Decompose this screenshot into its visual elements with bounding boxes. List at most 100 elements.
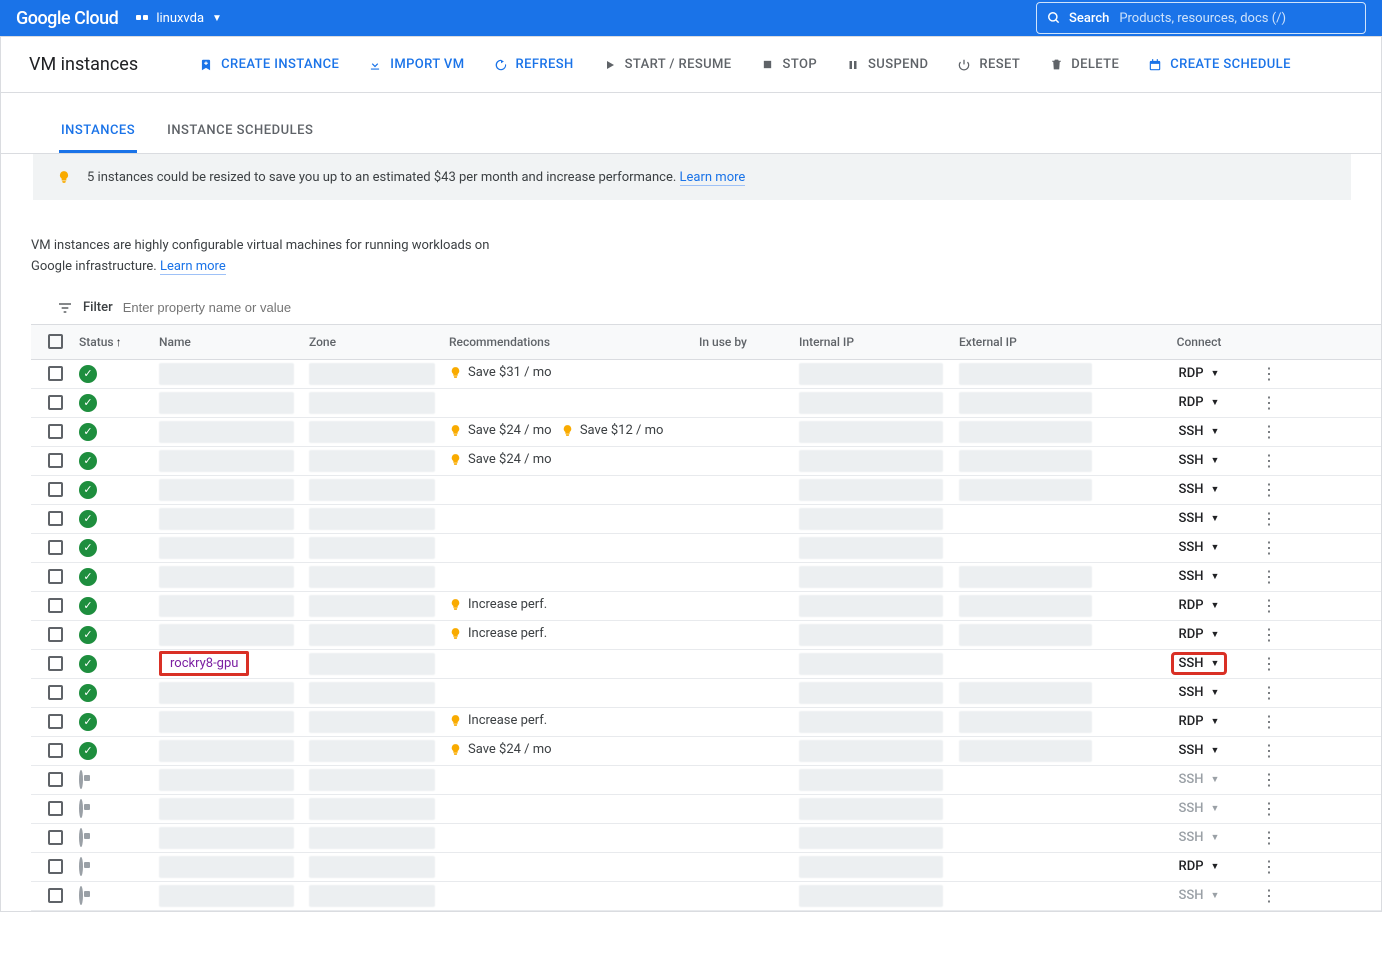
more-actions-button[interactable]: ⋮ (1261, 538, 1277, 557)
row-checkbox[interactable] (48, 743, 63, 758)
col-zone[interactable]: Zone (309, 335, 449, 349)
search-box[interactable]: Search Products, resources, docs (/) (1036, 2, 1366, 34)
row-checkbox[interactable] (48, 511, 63, 526)
connect-button[interactable]: RDP▼ (1173, 712, 1226, 731)
select-all-checkbox[interactable] (48, 334, 63, 349)
more-actions-button[interactable]: ⋮ (1261, 712, 1277, 731)
row-checkbox[interactable] (48, 685, 63, 700)
instance-name-link[interactable]: rockry8-gpu (170, 656, 238, 671)
chevron-down-icon: ▼ (1211, 513, 1220, 524)
connect-button[interactable]: SSH▼ (1173, 886, 1226, 905)
filter-input[interactable] (123, 300, 383, 315)
import-vm-button[interactable]: IMPORT VM (353, 47, 478, 83)
recommendation-chip[interactable]: Save $24 / mo (449, 452, 552, 467)
col-name[interactable]: Name (159, 335, 309, 349)
stop-button[interactable]: STOP (746, 47, 831, 83)
connect-button[interactable]: SSH▼ (1173, 828, 1226, 847)
connect-button[interactable]: SSH▼ (1173, 538, 1226, 557)
desc-learn-more-link[interactable]: Learn more (160, 259, 226, 275)
more-actions-button[interactable]: ⋮ (1261, 509, 1277, 528)
connect-button[interactable]: SSH▼ (1173, 509, 1226, 528)
connect-button[interactable]: RDP▼ (1173, 393, 1226, 412)
suspend-button[interactable]: SUSPEND (831, 47, 942, 83)
row-checkbox[interactable] (48, 772, 63, 787)
connect-button[interactable]: SSH▼ (1173, 683, 1226, 702)
row-checkbox[interactable] (48, 656, 63, 671)
gcp-logo[interactable]: Google Cloud (16, 8, 118, 29)
connect-button[interactable]: SSH▼ (1173, 654, 1226, 673)
row-checkbox[interactable] (48, 453, 63, 468)
recommendation-chip[interactable]: Save $24 / mo (449, 742, 552, 757)
tab-schedules[interactable]: INSTANCE SCHEDULES (165, 123, 315, 153)
connect-button[interactable]: RDP▼ (1173, 596, 1226, 615)
connect-button[interactable]: SSH▼ (1173, 770, 1226, 789)
row-checkbox[interactable] (48, 366, 63, 381)
tab-instances[interactable]: INSTANCES (59, 123, 137, 153)
page-header: VM instances CREATE INSTANCE IMPORT VM R… (1, 37, 1381, 93)
more-actions-button[interactable]: ⋮ (1261, 480, 1277, 499)
recommendation-chip[interactable]: Increase perf. (449, 713, 547, 728)
more-actions-button[interactable]: ⋮ (1261, 451, 1277, 470)
recommendation-chip[interactable]: Increase perf. (449, 597, 547, 612)
row-checkbox[interactable] (48, 830, 63, 845)
col-inuse[interactable]: In use by (699, 335, 799, 349)
more-actions-button[interactable]: ⋮ (1261, 422, 1277, 441)
project-picker[interactable]: linuxvda ▼ (136, 11, 222, 26)
more-actions-button[interactable]: ⋮ (1261, 596, 1277, 615)
connect-button[interactable]: RDP▼ (1173, 364, 1226, 383)
row-checkbox[interactable] (48, 627, 63, 642)
more-actions-button[interactable]: ⋮ (1261, 741, 1277, 760)
col-connect[interactable]: Connect (1149, 335, 1249, 349)
banner-learn-more-link[interactable]: Learn more (680, 170, 746, 186)
reset-button[interactable]: RESET (942, 47, 1034, 83)
recommendation-chip[interactable]: Save $24 / mo (449, 423, 552, 438)
row-checkbox[interactable] (48, 569, 63, 584)
row-checkbox[interactable] (48, 888, 63, 903)
connect-button[interactable]: RDP▼ (1173, 857, 1226, 876)
col-internal-ip[interactable]: Internal IP (799, 335, 959, 349)
connect-button[interactable]: SSH▼ (1173, 451, 1226, 470)
create-schedule-button[interactable]: CREATE SCHEDULE (1133, 47, 1305, 83)
row-checkbox[interactable] (48, 714, 63, 729)
more-actions-button[interactable]: ⋮ (1261, 364, 1277, 383)
row-checkbox[interactable] (48, 395, 63, 410)
row-checkbox[interactable] (48, 482, 63, 497)
more-actions-button[interactable]: ⋮ (1261, 567, 1277, 586)
delete-button[interactable]: DELETE (1034, 47, 1133, 83)
more-actions-button[interactable]: ⋮ (1261, 857, 1277, 876)
chevron-down-icon: ▼ (1211, 745, 1220, 756)
connect-button[interactable]: SSH▼ (1173, 799, 1226, 818)
status-stopped-icon (79, 799, 83, 818)
table-row: SSH▼ ⋮ (31, 824, 1381, 853)
connect-button[interactable]: RDP▼ (1173, 625, 1226, 644)
redacted-name (159, 595, 294, 617)
connect-button[interactable]: SSH▼ (1173, 422, 1226, 441)
col-recommendations[interactable]: Recommendations (449, 335, 699, 349)
row-checkbox[interactable] (48, 424, 63, 439)
start-button[interactable]: START / RESUME (588, 47, 746, 83)
row-checkbox[interactable] (48, 859, 63, 874)
connect-button[interactable]: SSH▼ (1173, 480, 1226, 499)
redacted-zone (309, 363, 435, 385)
refresh-button[interactable]: REFRESH (479, 47, 588, 83)
connect-button[interactable]: SSH▼ (1173, 567, 1226, 586)
more-actions-button[interactable]: ⋮ (1261, 625, 1277, 644)
more-actions-button[interactable]: ⋮ (1261, 828, 1277, 847)
redacted-name (159, 363, 294, 385)
more-actions-button[interactable]: ⋮ (1261, 799, 1277, 818)
recommendation-chip[interactable]: Increase perf. (449, 626, 547, 641)
col-external-ip[interactable]: External IP (959, 335, 1149, 349)
row-checkbox[interactable] (48, 540, 63, 555)
col-status[interactable]: Status↑ (79, 335, 159, 349)
create-instance-button[interactable]: CREATE INSTANCE (184, 47, 353, 83)
row-checkbox[interactable] (48, 801, 63, 816)
more-actions-button[interactable]: ⋮ (1261, 886, 1277, 905)
recommendation-chip[interactable]: Save $12 / mo (561, 423, 664, 438)
row-checkbox[interactable] (48, 598, 63, 613)
recommendation-chip[interactable]: Save $31 / mo (449, 365, 552, 380)
more-actions-button[interactable]: ⋮ (1261, 770, 1277, 789)
more-actions-button[interactable]: ⋮ (1261, 393, 1277, 412)
more-actions-button[interactable]: ⋮ (1261, 654, 1277, 673)
connect-button[interactable]: SSH▼ (1173, 741, 1226, 760)
more-actions-button[interactable]: ⋮ (1261, 683, 1277, 702)
